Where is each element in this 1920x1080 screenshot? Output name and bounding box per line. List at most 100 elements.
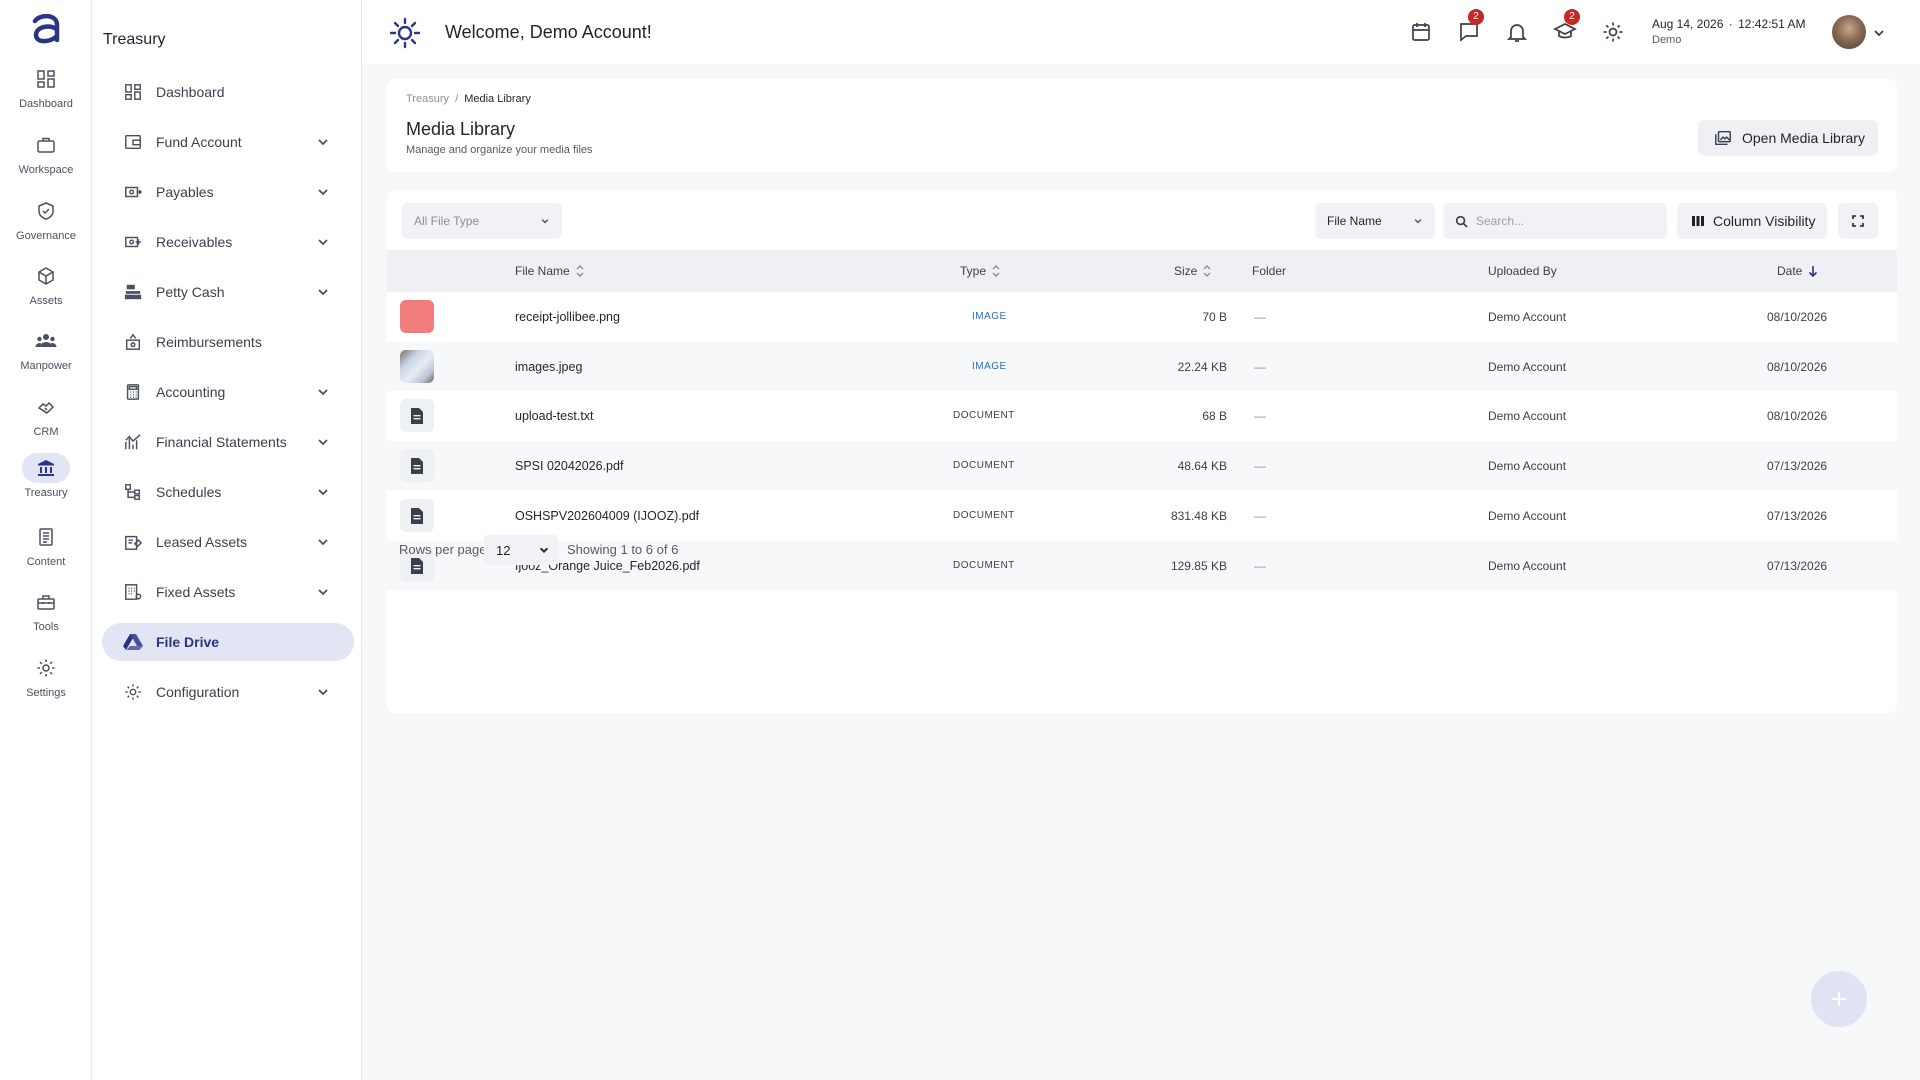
sidebar-item-file-drive[interactable]: File Drive — [102, 623, 354, 661]
sidebar-item-label: Fund Account — [156, 134, 242, 150]
open-media-library-button[interactable]: Open Media Library — [1698, 120, 1878, 156]
image-gallery-icon — [1715, 130, 1731, 146]
sidebar-item-leased-assets[interactable]: Leased Assets — [102, 523, 354, 561]
chevron-down-icon — [538, 544, 550, 556]
file-type-filter[interactable]: All File Type — [402, 203, 562, 239]
brand-logo-icon — [388, 16, 422, 50]
table-footer: Rows per page: 12 Showing 1 to 6 of 6 — [387, 523, 1897, 577]
image-thumbnail[interactable] — [400, 300, 434, 333]
gear-icon[interactable] — [1601, 20, 1625, 44]
sidebar-item-payables[interactable]: Payables — [102, 173, 354, 211]
sort-icon — [992, 264, 1000, 278]
sidebar-item-label: Receivables — [156, 234, 233, 250]
sidebar-item-reimbursements[interactable]: Reimbursements — [102, 323, 354, 361]
chevron-down-icon[interactable] — [316, 135, 330, 149]
file-name[interactable]: images.jpeg — [515, 342, 582, 391]
rail-label: Governance — [16, 230, 76, 242]
chevron-down-icon[interactable] — [1872, 26, 1886, 40]
rail-item-settings[interactable]: Settings — [0, 653, 92, 713]
sidebar-item-label: Financial Statements — [156, 434, 287, 450]
avatar[interactable] — [1832, 15, 1866, 49]
table-row[interactable]: images.jpeg IMAGE 22.24 KB — Demo Accoun… — [387, 342, 1897, 391]
app-logo[interactable] — [26, 10, 66, 50]
column-visibility-button[interactable]: Column Visibility — [1677, 203, 1827, 239]
breadcrumb-treasury[interactable]: Treasury — [406, 93, 449, 105]
image-thumbnail[interactable] — [400, 350, 434, 383]
sidebar-title: Treasury — [103, 31, 166, 48]
chevron-down-icon[interactable] — [316, 585, 330, 599]
sort-descending-icon — [1808, 264, 1818, 278]
sidebar-item-fixed-assets[interactable]: Fixed Assets — [102, 573, 354, 611]
time-text: 12:42:51 AM — [1738, 17, 1806, 31]
payables-icon — [122, 181, 144, 203]
table-row[interactable]: SPSI 02042026.pdf DOCUMENT 48.64 KB — De… — [387, 441, 1897, 490]
column-header-file-name[interactable]: File Name — [515, 250, 584, 292]
rail-item-workspace[interactable]: Workspace — [0, 130, 92, 190]
chevron-down-icon[interactable] — [316, 435, 330, 449]
file-size: 68 B — [1202, 408, 1227, 423]
rail-item-dashboard[interactable]: Dashboard — [0, 64, 92, 124]
chevron-down-icon[interactable] — [316, 235, 330, 249]
sidebar-item-configuration[interactable]: Configuration — [102, 673, 354, 711]
document-icon[interactable] — [400, 449, 434, 482]
column-header-size[interactable]: Size — [1174, 250, 1211, 292]
rail-item-manpower[interactable]: Manpower — [0, 326, 92, 386]
sidebar-item-dashboard[interactable]: Dashboard — [102, 73, 354, 111]
chevron-down-icon[interactable] — [316, 185, 330, 199]
add-button[interactable] — [1811, 971, 1867, 1027]
document-icon[interactable] — [400, 399, 434, 432]
file-name[interactable]: SPSI 02042026.pdf — [515, 441, 623, 490]
messages-icon[interactable]: 2 — [1457, 9, 1484, 44]
upload-date: 08/10/2026 — [1767, 408, 1828, 423]
folder: — — [1254, 309, 1266, 324]
column-header-type[interactable]: Type — [960, 250, 1000, 292]
chevron-down-icon[interactable] — [316, 535, 330, 549]
courses-badge: 2 — [1564, 9, 1580, 25]
rail-label: Tools — [33, 621, 59, 633]
table-row[interactable]: receipt-jollibee.png IMAGE 70 B — Demo A… — [387, 292, 1897, 341]
calendar-icon[interactable] — [1409, 20, 1433, 44]
type-badge: IMAGE — [972, 361, 1007, 372]
rows-per-page-select[interactable]: 12 — [484, 535, 558, 565]
sidebar-item-petty-cash[interactable]: Petty Cash — [102, 273, 354, 311]
search-input[interactable] — [1476, 214, 1646, 228]
chevron-down-icon[interactable] — [316, 285, 330, 299]
fullscreen-button[interactable] — [1838, 203, 1878, 239]
rail-item-crm[interactable]: CRM — [0, 392, 92, 452]
rail-item-governance[interactable]: Governance — [0, 196, 92, 256]
column-header-date[interactable]: Date — [1777, 250, 1818, 292]
calculator-icon — [122, 381, 144, 403]
sidebar-item-accounting[interactable]: Accounting — [102, 373, 354, 411]
table-row[interactable]: upload-test.txt DOCUMENT 68 B — Demo Acc… — [387, 391, 1897, 440]
graduation-cap-icon[interactable]: 2 — [1553, 9, 1580, 44]
chevron-down-icon[interactable] — [316, 385, 330, 399]
sidebar-item-fund-account[interactable]: Fund Account — [102, 123, 354, 161]
sort-icon — [576, 264, 584, 278]
bank-icon — [22, 453, 70, 483]
fixed-assets-icon — [122, 581, 144, 603]
uploaded-by: Demo Account — [1488, 408, 1567, 423]
column-header-folder[interactable]: Folder — [1252, 250, 1286, 292]
file-name[interactable]: upload-test.txt — [515, 391, 594, 440]
table-header: File Name Type Size Folder Uploaded By D… — [387, 250, 1897, 292]
rail-item-treasury[interactable]: Treasury — [0, 453, 92, 513]
wallet-icon — [122, 131, 144, 153]
column-header-uploaded-by[interactable]: Uploaded By — [1488, 250, 1557, 292]
column-header-label: Uploaded By — [1488, 264, 1557, 278]
rail-item-content[interactable]: Content — [0, 522, 92, 582]
rail-item-assets[interactable]: Assets — [0, 261, 92, 321]
sidebar-item-financial-statements[interactable]: Financial Statements — [102, 423, 354, 461]
sidebar-item-schedules[interactable]: Schedules — [102, 473, 354, 511]
lease-icon — [122, 531, 144, 553]
sidebar-item-label: Payables — [156, 184, 214, 200]
breadcrumb-separator: / — [455, 93, 459, 105]
chevron-down-icon[interactable] — [316, 685, 330, 699]
rail-item-tools[interactable]: Tools — [0, 587, 92, 647]
bell-icon[interactable] — [1505, 20, 1529, 44]
gear-icon — [122, 681, 144, 703]
search-field-select[interactable]: File Name — [1315, 203, 1435, 239]
chevron-down-icon[interactable] — [316, 485, 330, 499]
cube-icon — [22, 261, 70, 291]
file-name[interactable]: receipt-jollibee.png — [515, 292, 620, 341]
sidebar-item-receivables[interactable]: Receivables — [102, 223, 354, 261]
